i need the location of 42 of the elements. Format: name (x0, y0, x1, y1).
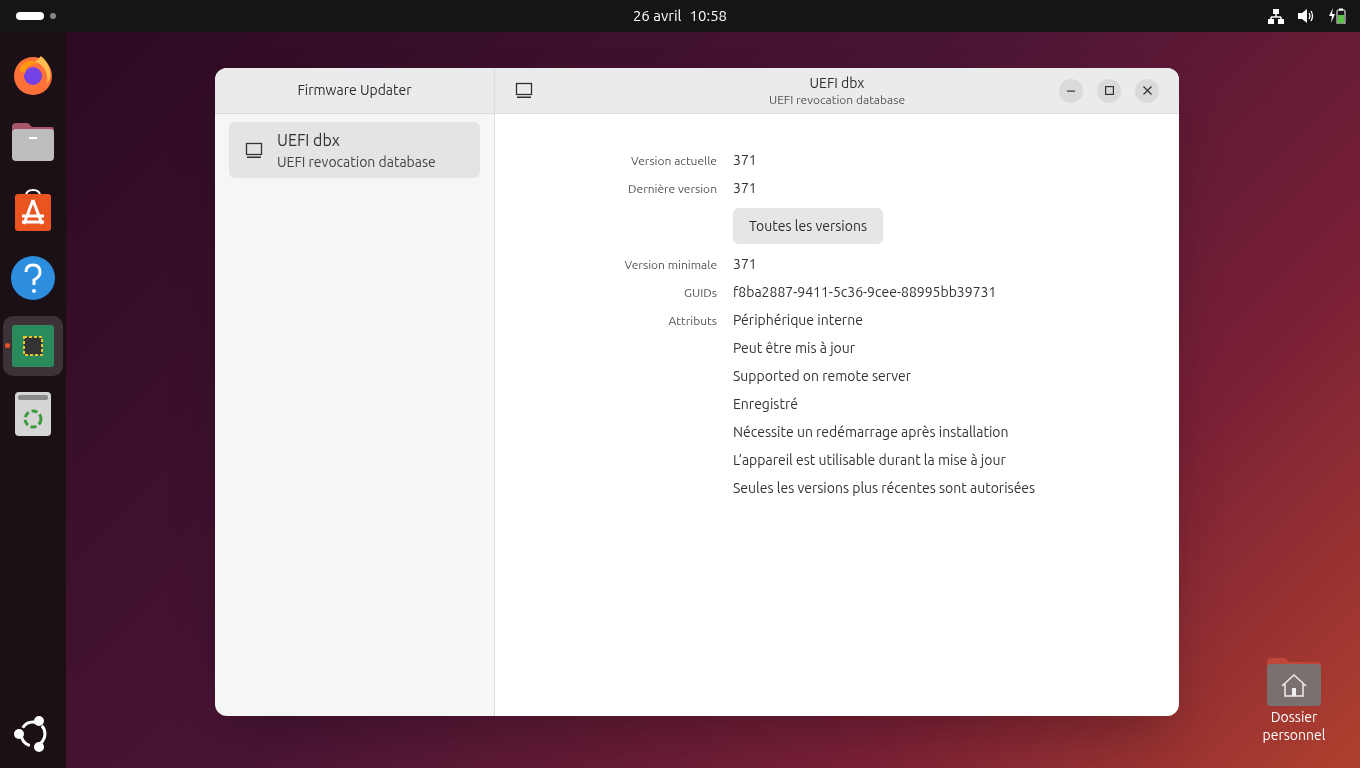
field-label: Dernière version (627, 181, 717, 197)
dock-item[interactable] (3, 316, 63, 376)
window-title: UEFI dbx (809, 74, 865, 92)
field-label: GUIDs (683, 285, 717, 301)
maximize-icon (1104, 86, 1114, 95)
monitor-icon (515, 82, 533, 99)
field-value: Périphérique interne (733, 311, 864, 330)
minimize-icon (1067, 89, 1075, 92)
field-label: Attributs (667, 313, 717, 329)
field-value: f8ba2887-9411-5c36-9cee-88995bb39731 (733, 283, 997, 302)
device-item[interactable]: UEFI dbx UEFI revocation database (229, 122, 480, 178)
close-icon (1142, 86, 1152, 95)
workspace-indicator[interactable] (16, 12, 56, 20)
field-value: 371 (733, 151, 757, 170)
all-versions-button[interactable]: Toutes les versions (733, 208, 884, 244)
field-value: Seules les versions plus récentes sont autorisées (733, 479, 1036, 498)
battery-charging-icon[interactable] (1329, 8, 1346, 24)
field-value: Peut être mis à jour (733, 339, 857, 358)
home-folder-icon (1265, 656, 1323, 708)
maximize-button[interactable] (1097, 78, 1121, 103)
question-mark-icon (10, 255, 56, 301)
field-label: Version actuelle (630, 153, 717, 169)
shopping-bag-icon (14, 188, 52, 232)
field-label: Version minimale (623, 257, 717, 273)
field-value: Enregistré (733, 395, 799, 414)
running-indicator (5, 343, 10, 348)
chip-icon (12, 325, 54, 367)
field-value: 371 (733, 179, 757, 198)
monitor-icon (245, 141, 263, 159)
trash-icon (14, 391, 52, 437)
close-button[interactable] (1135, 78, 1159, 103)
field-value: L’appareil est utilisable durant la mise à jour (733, 451, 1007, 470)
volume-icon[interactable] (1298, 9, 1315, 23)
field-value: Supported on remote server (733, 367, 913, 386)
field-value: 371 (733, 255, 757, 274)
folder-icon (10, 121, 56, 163)
window-subtitle: UEFI revocation database (768, 92, 906, 108)
clock[interactable]: 26 avril 10:58 (632, 4, 728, 28)
app-title: Firmware Updater (297, 81, 412, 100)
field-value: Nécessite un redémarrage après installation (733, 423, 1010, 442)
network-icon[interactable] (1268, 8, 1284, 24)
minimize-button[interactable] (1059, 78, 1083, 103)
